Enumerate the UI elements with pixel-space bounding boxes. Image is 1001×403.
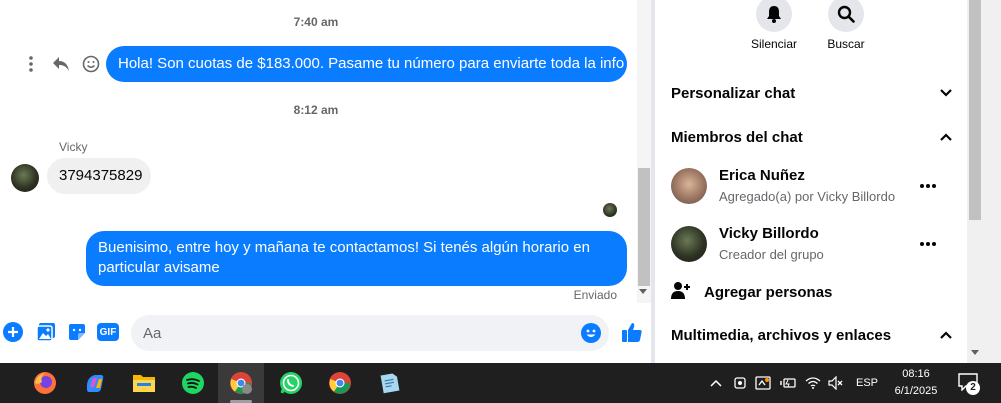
spotify-icon[interactable]: [170, 363, 216, 403]
member-name: Erica Nuñez: [719, 167, 805, 184]
firefox-icon[interactable]: [22, 363, 68, 403]
section-title: Personalizar chat: [671, 84, 796, 102]
notification-badge: 2: [966, 381, 980, 395]
section-title: Multimedia, archivos y enlaces: [671, 326, 892, 344]
gif-icon[interactable]: GIF: [97, 323, 119, 341]
mute-label: Silenciar: [750, 37, 798, 51]
member-row[interactable]: Vicky Billordo Creador del grupo: [671, 222, 953, 266]
search-action[interactable]: Buscar: [811, 0, 881, 51]
avatar: [671, 168, 707, 204]
scroll-down-arrow-icon[interactable]: [971, 350, 979, 355]
sender-name: Vicky: [59, 140, 88, 154]
clock-time: 08:16: [902, 368, 930, 380]
chrome-profile-icon[interactable]: [218, 363, 264, 403]
media-files-section[interactable]: Multimedia, archivos y enlaces: [671, 320, 953, 350]
battery-icon[interactable]: [780, 375, 796, 391]
copilot-icon[interactable]: [72, 363, 118, 403]
message-composer: GIF: [0, 303, 651, 363]
message-input[interactable]: [143, 315, 573, 351]
chevron-up-icon: [939, 327, 953, 344]
like-icon[interactable]: [621, 321, 643, 343]
message-bubble-incoming[interactable]: 3794375829: [47, 158, 151, 194]
message-input-container: [131, 315, 609, 351]
volume-muted-icon[interactable]: [828, 375, 844, 391]
gallery-icon[interactable]: [36, 322, 56, 342]
member-row[interactable]: Erica Nuñez Agregado(a) por Vicky Billor…: [671, 164, 953, 208]
member-subtitle: Agregado(a) por Vicky Billordo: [719, 189, 896, 204]
language-indicator[interactable]: ESP: [856, 377, 878, 389]
message-bubble-outgoing[interactable]: Hola! Son cuotas de $183.000. Pasame tu …: [106, 46, 627, 82]
file-explorer-icon[interactable]: [121, 363, 167, 403]
scrollbar-thumb[interactable]: [969, 0, 981, 220]
bell-icon[interactable]: [756, 0, 792, 32]
clock[interactable]: 08:16 6/1/2025: [888, 366, 944, 400]
search-label: Buscar: [827, 37, 865, 51]
search-icon[interactable]: [828, 0, 864, 32]
mute-action[interactable]: Silenciar: [739, 0, 809, 51]
avatar: [671, 226, 707, 262]
page-scrollbar[interactable]: [967, 0, 1001, 363]
add-people-label: Agregar personas: [704, 283, 833, 301]
whatsapp-icon[interactable]: [268, 363, 314, 403]
chevron-down-icon: [939, 85, 953, 102]
app-tray-icon[interactable]: [755, 375, 771, 391]
clock-date: 6/1/2025: [894, 385, 938, 397]
chrome-icon[interactable]: [317, 363, 363, 403]
notepad-icon[interactable]: [366, 363, 412, 403]
section-title: Miembros del chat: [671, 128, 803, 146]
timestamp: 8:12 am: [293, 103, 339, 117]
timestamp: 7:40 am: [293, 15, 339, 29]
plus-icon[interactable]: [3, 322, 23, 342]
customize-chat-section[interactable]: Personalizar chat: [671, 78, 953, 108]
reply-icon[interactable]: [52, 55, 70, 73]
notification-center[interactable]: 2: [958, 373, 980, 396]
more-options-icon[interactable]: [22, 55, 40, 73]
wifi-icon[interactable]: [805, 375, 821, 391]
scroll-down-arrow-icon[interactable]: [639, 289, 647, 294]
chevron-up-icon: [939, 129, 953, 146]
avatar[interactable]: [11, 164, 39, 192]
chevron-up-icon[interactable]: [708, 375, 724, 391]
chat-scrollbar[interactable]: [637, 0, 651, 303]
message-status: Enviado: [573, 288, 617, 302]
sticker-icon[interactable]: [67, 322, 87, 342]
member-name: Vicky Billordo: [719, 225, 819, 242]
chat-info-panel: Silenciar Buscar Personalizar chat Miemb…: [655, 0, 967, 363]
message-bubble-outgoing[interactable]: Buenisimo, entre hoy y mañana te contact…: [86, 231, 627, 286]
chat-members-section[interactable]: Miembros del chat: [671, 122, 953, 152]
member-subtitle: Creador del grupo: [719, 247, 824, 262]
message-actions: [22, 55, 100, 73]
react-emoji-icon[interactable]: [82, 55, 100, 73]
more-options-icon[interactable]: [919, 234, 937, 252]
emoji-icon[interactable]: [581, 323, 601, 348]
add-people-button[interactable]: Agregar personas: [671, 279, 832, 305]
taskbar: ESP 08:16 6/1/2025 2: [0, 363, 1001, 403]
more-options-icon[interactable]: [919, 176, 937, 194]
camera-privacy-icon[interactable]: [732, 375, 748, 391]
read-receipt-avatar: [603, 203, 617, 217]
scrollbar-thumb[interactable]: [638, 168, 650, 286]
add-person-icon: [671, 280, 691, 304]
